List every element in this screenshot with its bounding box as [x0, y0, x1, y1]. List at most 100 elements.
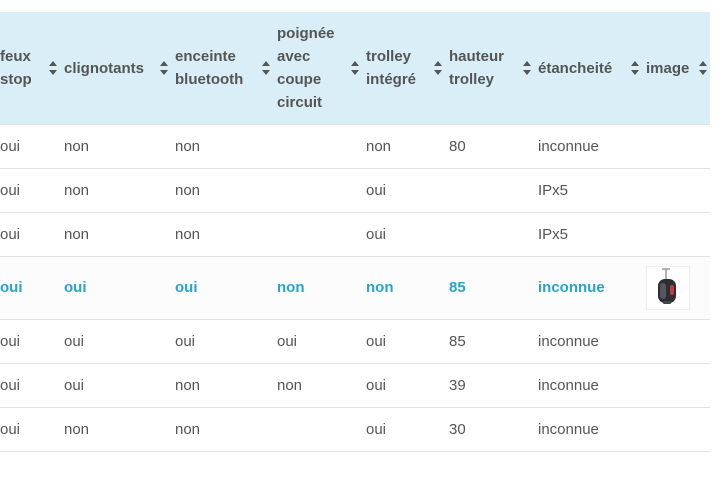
table-cell: non	[64, 406, 175, 451]
table-cell: oui	[366, 211, 449, 256]
table-body: oui non non non 80 inconnue oui non non …	[0, 123, 710, 495]
table-cell[interactable]: non	[366, 255, 449, 319]
table-row[interactable]: oui non non non 80 inconnue	[0, 123, 710, 168]
table-cell	[175, 450, 277, 495]
header-label: intégré	[366, 70, 417, 88]
header-label: coupe	[277, 70, 322, 88]
column-header-poignee-coupe-circuit[interactable]: poignée avec coupe circuit	[277, 12, 366, 124]
table-row[interactable]: oui oui non non oui 39 inconnue	[0, 362, 710, 407]
comparison-table: feux stop clignotants enceinte bluetooth p…	[0, 12, 710, 495]
table-cell[interactable]: oui	[0, 255, 64, 319]
electric-unicycle-icon	[658, 267, 676, 304]
table-cell: oui	[0, 406, 64, 451]
table-cell	[538, 450, 646, 495]
table-row[interactable]: oui non non oui IPx5	[0, 211, 710, 256]
table-cell: non	[175, 362, 277, 407]
table-cell: 80	[449, 123, 538, 168]
table-cell: oui	[64, 318, 175, 363]
sort-icon[interactable]	[698, 60, 708, 76]
sort-icon[interactable]	[630, 60, 640, 76]
header-label: enceinte	[175, 47, 236, 65]
table-cell: oui	[0, 123, 64, 168]
table-cell: oui	[175, 318, 277, 363]
table-cell: oui	[0, 211, 64, 256]
sort-icon[interactable]	[159, 60, 169, 76]
table-cell	[64, 450, 175, 495]
table-row-highlighted[interactable]: oui oui oui non non 85 inconnue	[0, 255, 710, 319]
table-cell	[449, 450, 538, 495]
table-cell	[277, 167, 366, 212]
sort-icon[interactable]	[350, 60, 360, 76]
header-label: feux	[0, 47, 31, 65]
table-cell: 39	[449, 362, 538, 407]
table-cell	[366, 450, 449, 495]
table-cell[interactable]: non	[277, 255, 366, 319]
product-thumbnail-image[interactable]	[646, 265, 690, 310]
table-cell: inconnue	[538, 362, 646, 407]
column-header-hauteur-trolley[interactable]: hauteur trolley	[449, 12, 538, 124]
header-label: clignotants	[64, 59, 145, 77]
sort-icon[interactable]	[261, 60, 271, 76]
table-cell	[646, 123, 710, 168]
header-label: circuit	[277, 93, 323, 111]
table-cell	[646, 406, 710, 451]
table-cell[interactable]: 85	[449, 255, 538, 319]
column-header-clignotants[interactable]: clignotants	[64, 12, 175, 124]
table-cell	[449, 211, 538, 256]
column-header-feux-stop[interactable]: feux stop	[0, 12, 64, 124]
sort-icon[interactable]	[522, 60, 532, 76]
table-cell: inconnue	[538, 123, 646, 168]
table-cell: oui	[277, 318, 366, 363]
column-header-enceinte-bluetooth[interactable]: enceinte bluetooth	[175, 12, 277, 124]
table-cell	[277, 123, 366, 168]
header-label: hauteur	[449, 47, 505, 65]
table-cell: non	[64, 123, 175, 168]
table-cell: non	[277, 362, 366, 407]
table-cell: non	[175, 123, 277, 168]
column-header-trolley-integre[interactable]: trolley intégré	[366, 12, 449, 124]
table-cell: IPx5	[538, 211, 646, 256]
table-cell: non	[175, 211, 277, 256]
table-row[interactable]: oui non non oui 30 inconnue	[0, 406, 710, 451]
table-cell: oui	[366, 318, 449, 363]
table-cell: oui	[64, 362, 175, 407]
table-cell	[646, 255, 710, 319]
table-row[interactable]: oui non non oui IPx5	[0, 167, 710, 212]
sort-icon[interactable]	[48, 60, 58, 76]
column-header-image[interactable]: image	[646, 12, 710, 124]
table-cell: oui	[366, 167, 449, 212]
table-cell: non	[366, 123, 449, 168]
table-cell: inconnue	[538, 318, 646, 363]
header-label: avec	[277, 47, 311, 65]
sort-icon[interactable]	[433, 60, 443, 76]
table-cell: oui	[366, 406, 449, 451]
table-cell	[646, 167, 710, 212]
table-cell	[277, 450, 366, 495]
table-cell	[449, 167, 538, 212]
table-cell: 85	[449, 318, 538, 363]
table-header-row: feux stop clignotants enceinte bluetooth p…	[0, 12, 710, 124]
table-cell: oui	[366, 362, 449, 407]
table-cell: non	[175, 167, 277, 212]
table-cell: oui	[0, 167, 64, 212]
table-cell	[646, 211, 710, 256]
table-cell: oui	[0, 362, 64, 407]
table-cell[interactable]: oui	[175, 255, 277, 319]
column-header-etancheite[interactable]: étancheité	[538, 12, 646, 124]
header-label: trolley	[366, 47, 412, 65]
header-label: poignée	[277, 24, 335, 42]
header-label: trolley	[449, 70, 495, 88]
table-cell	[0, 450, 64, 495]
header-label: bluetooth	[175, 70, 244, 88]
table-cell: non	[175, 406, 277, 451]
table-row[interactable]	[0, 450, 710, 495]
table-cell[interactable]: inconnue	[538, 255, 646, 319]
table-cell	[646, 362, 710, 407]
table-cell: non	[64, 211, 175, 256]
table-row[interactable]: oui oui oui oui oui 85 inconnue	[0, 318, 710, 363]
table-cell: oui	[0, 318, 64, 363]
table-cell: inconnue	[538, 406, 646, 451]
table-cell[interactable]: oui	[64, 255, 175, 319]
header-label: étancheité	[538, 59, 613, 77]
table-cell	[277, 406, 366, 451]
